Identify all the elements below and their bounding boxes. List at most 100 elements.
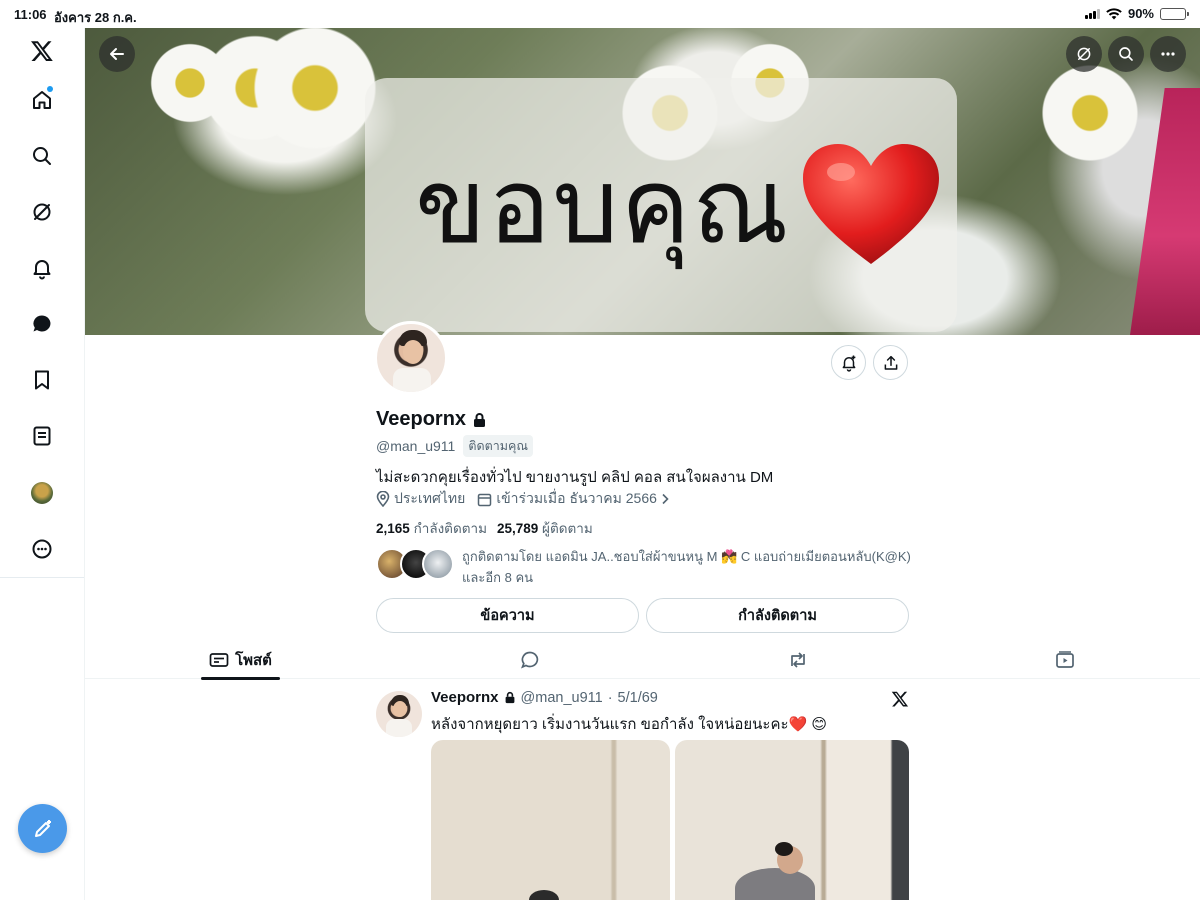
banner-caption-text: ขอบคุณ	[415, 144, 791, 267]
search-button[interactable]	[1108, 36, 1144, 72]
following-count-link[interactable]: 2,165 กำลังติดตาม	[376, 517, 487, 539]
follows-you-badge: ติดตามคุณ	[463, 435, 533, 457]
profile-banner: ขอบคุณ	[85, 28, 1200, 335]
notify-toggle-button[interactable]	[831, 345, 866, 380]
message-button[interactable]: ข้อความ	[376, 598, 639, 633]
search-icon	[1119, 47, 1133, 61]
tab-media[interactable]	[1045, 640, 1085, 679]
battery-icon	[1160, 7, 1189, 20]
profile-meta: ประเทศไทย เข้าร่วมเมื่อ ธันวาคม 2566	[376, 488, 669, 510]
compose-post-button[interactable]	[18, 804, 67, 853]
profile-handle: @man_u911	[376, 438, 456, 454]
post-text: หลังจากหยุดยาว เริ่มงานวันแรก ขอกำลัง ใจ…	[431, 716, 828, 733]
followers-label: ผู้ติดตาม	[542, 521, 593, 536]
tab-reposts[interactable]	[778, 640, 818, 679]
back-button[interactable]	[99, 36, 135, 72]
bell-plus-icon	[842, 355, 855, 372]
banner-flower	[245, 28, 385, 158]
replies-icon	[521, 651, 539, 669]
grok-button[interactable]	[1066, 36, 1102, 72]
sidebar-item-grok[interactable]	[24, 194, 60, 230]
x-logo-icon[interactable]	[24, 33, 60, 69]
profile-location: ประเทศไทย	[376, 488, 465, 510]
lock-icon	[474, 412, 486, 427]
photo-figure	[735, 868, 815, 900]
grok-icon	[1077, 47, 1091, 61]
compose-feather-icon	[34, 819, 51, 837]
sidebar-item-home[interactable]	[24, 82, 60, 118]
tab-replies[interactable]	[510, 640, 550, 679]
share-upload-icon	[884, 355, 897, 370]
post-author-avatar[interactable]	[376, 691, 422, 737]
search-icon	[33, 147, 51, 165]
sidebar-item-bookmarks[interactable]	[24, 362, 60, 398]
notification-dot	[47, 86, 53, 92]
sidebar-item-more[interactable]	[24, 531, 60, 567]
post-media-image-1[interactable]	[431, 740, 670, 900]
chat-bubble-icon	[33, 315, 51, 332]
more-horizontal-icon	[1161, 52, 1175, 56]
sidebar-item-search[interactable]	[24, 138, 60, 174]
banner-flower	[1035, 58, 1145, 168]
location-text: ประเทศไทย	[394, 490, 466, 506]
followed-by-more: และอีก 8 คน	[462, 570, 534, 585]
post-media-image-2[interactable]	[675, 740, 909, 900]
follow-counts: 2,165 กำลังติดตาม 25,789 ผู้ติดตาม	[376, 517, 593, 539]
post-author-name[interactable]: Veepornx	[431, 689, 499, 706]
post-separator: ·	[607, 689, 613, 706]
list-document-icon	[33, 426, 51, 446]
status-bar: 11:06 อังคาร 28 ก.ค. 90%	[0, 0, 1200, 28]
tab-posts[interactable]: โพสต์	[201, 640, 280, 680]
photo-figure-hair	[775, 842, 793, 856]
banner-caption-card: ขอบคุณ	[365, 78, 957, 332]
sidebar-item-lists[interactable]	[24, 418, 60, 454]
location-pin-icon	[376, 491, 390, 507]
follower-avatar	[422, 548, 454, 580]
followers-count-link[interactable]: 25,789 ผู้ติดตาม	[497, 517, 593, 539]
status-time: 11:06	[14, 7, 47, 22]
followed-by[interactable]: ถูกติดตามโดย แอดมิน JA..ชอบใส่ผ้าขนหนู M…	[376, 546, 916, 588]
following-label: กำลังติดตาม	[413, 521, 487, 536]
status-indicators: 90%	[1084, 6, 1189, 21]
calendar-icon	[478, 493, 492, 506]
profile-joined[interactable]: เข้าร่วมเมื่อ ธันวาคม 2566	[477, 488, 669, 510]
profile-avatar[interactable]	[374, 321, 448, 395]
profile-tabs: โพสต์	[85, 640, 1200, 680]
cellular-signal-icon	[1084, 8, 1100, 19]
following-count: 2,165	[376, 521, 410, 536]
active-tab-indicator	[201, 677, 280, 680]
profile-name-row: Veepornx	[376, 408, 487, 431]
sidebar-item-profile[interactable]	[24, 475, 60, 511]
more-circle-icon	[32, 539, 52, 559]
post-date[interactable]: 5/1/69	[618, 690, 658, 706]
grok-icon	[33, 203, 51, 221]
nav-divider	[0, 577, 84, 578]
followers-count: 25,789	[496, 521, 539, 536]
arrow-left-icon	[110, 48, 124, 60]
repost-icon	[791, 651, 805, 668]
status-date: อังคาร 28 ก.ค.	[54, 10, 137, 25]
wifi-icon	[1106, 7, 1122, 19]
post-author-handle: @man_u911	[520, 689, 603, 706]
media-icon	[1056, 650, 1074, 668]
bookmark-icon	[35, 370, 49, 390]
post-x-logo-icon	[891, 690, 909, 713]
more-options-button[interactable]	[1150, 36, 1186, 72]
following-button[interactable]: กำลังติดตาม	[646, 598, 909, 633]
photo-figure	[529, 890, 559, 900]
posts-icon	[209, 652, 229, 667]
followed-by-text: ถูกติดตามโดย แอดมิน JA..ชอบใส่ผ้าขนหนู M…	[462, 546, 911, 588]
joined-text: เข้าร่วมเมื่อ ธันวาคม 2566	[496, 490, 657, 506]
sidebar-item-notifications[interactable]	[24, 250, 60, 286]
battery-percent: 90%	[1127, 6, 1154, 21]
profile-handle-row: @man_u911 ติดตามคุณ	[376, 435, 533, 457]
sidebar-nav	[0, 28, 85, 900]
banner-flower	[145, 38, 235, 128]
followed-by-names: ถูกติดตามโดย แอดมิน JA..ชอบใส่ผ้าขนหนู M…	[462, 549, 911, 564]
sidebar-item-messages[interactable]	[24, 306, 60, 342]
followed-by-avatars	[376, 546, 454, 582]
tab-posts-label: โพสต์	[235, 651, 272, 669]
share-button[interactable]	[873, 345, 908, 380]
lock-icon	[505, 691, 514, 704]
profile-bio: ไม่สะดวกคุยเรื่องทั่วไป ขายงานรูป คลิป ค…	[376, 469, 774, 486]
